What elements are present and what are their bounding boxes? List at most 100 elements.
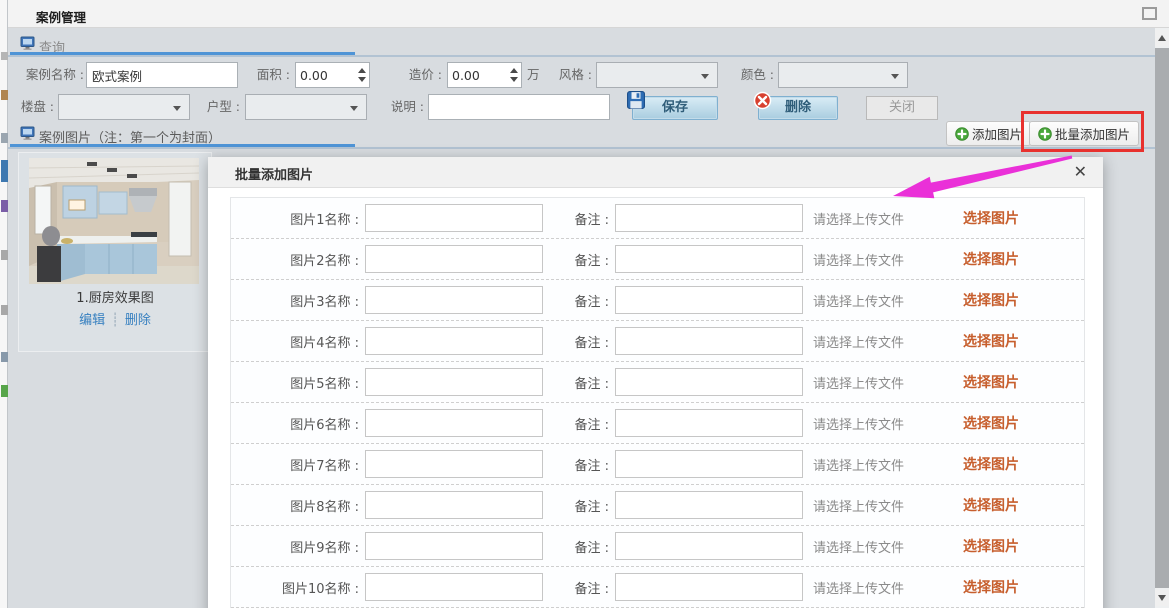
remark-input[interactable]: [615, 286, 803, 314]
upload-hint: 请选择上传文件: [813, 578, 917, 597]
remark-label: 备注 :: [543, 209, 609, 228]
spinner-up-icon[interactable]: [510, 68, 518, 73]
chevron-down-icon: [701, 74, 709, 79]
remark-input[interactable]: [615, 409, 803, 437]
spinner-up-icon[interactable]: [358, 68, 366, 73]
remark-input[interactable]: [615, 450, 803, 478]
color-select[interactable]: [778, 62, 908, 88]
image-name-label: 图片3名称 :: [231, 291, 359, 310]
image-name-label: 图片1名称 :: [231, 209, 359, 228]
case-name-input[interactable]: [86, 62, 238, 88]
tree-icon-fragment: [1, 160, 8, 182]
style-select[interactable]: [596, 62, 718, 88]
left-tree-strip[interactable]: [0, 0, 8, 608]
image-name-input[interactable]: [365, 573, 543, 601]
remark-input[interactable]: [615, 245, 803, 273]
select-image-link[interactable]: 选择图片: [963, 413, 1019, 433]
tree-icon-fragment: [1, 352, 8, 362]
remark-label: 备注 :: [543, 373, 609, 392]
building-select[interactable]: [58, 94, 190, 120]
delete-button-label: 删除: [785, 100, 811, 115]
upload-hint: 请选择上传文件: [813, 537, 917, 556]
tree-icon-fragment: [1, 133, 8, 143]
window-titlebar: 案例管理: [8, 0, 1169, 28]
batch-add-dialog: 批量添加图片 ✕ 图片1名称 : 备注 : 请选择上传文件 选择图片 图片2名称…: [208, 157, 1103, 608]
remark-input[interactable]: [615, 491, 803, 519]
select-image-link[interactable]: 选择图片: [963, 331, 1019, 351]
style-label: 风格 :: [548, 62, 592, 88]
image-name-input[interactable]: [365, 491, 543, 519]
area-stepper[interactable]: [295, 62, 370, 88]
remark-label: 备注 :: [543, 578, 609, 597]
batch-add-image-button[interactable]: 批量添加图片: [1029, 121, 1139, 146]
image-name-input[interactable]: [365, 532, 543, 560]
tree-icon-fragment: [1, 250, 8, 260]
image-name-input[interactable]: [365, 327, 543, 355]
image-name-input[interactable]: [365, 368, 543, 396]
close-icon[interactable]: ✕: [1074, 162, 1087, 181]
image-name-input[interactable]: [365, 286, 543, 314]
arrow-up-icon: [1158, 35, 1166, 41]
unit-type-select[interactable]: [245, 94, 367, 120]
link-separator: ┊: [111, 313, 119, 328]
spinner-down-icon[interactable]: [358, 77, 366, 82]
area-input[interactable]: [296, 63, 355, 87]
select-image-link[interactable]: 选择图片: [963, 495, 1019, 515]
arrow-down-icon: [1158, 595, 1166, 601]
select-image-link[interactable]: 选择图片: [963, 372, 1019, 392]
select-image-link[interactable]: 选择图片: [963, 454, 1019, 474]
select-image-link[interactable]: 选择图片: [963, 577, 1019, 597]
image-name-input[interactable]: [365, 450, 543, 478]
add-image-button[interactable]: 添加图片: [946, 121, 1031, 146]
select-image-link[interactable]: 选择图片: [963, 249, 1019, 269]
image-name-input[interactable]: [365, 409, 543, 437]
chevron-down-icon: [173, 106, 181, 111]
close-button-label: 关闭: [889, 100, 915, 115]
area-spinner-arrows[interactable]: [355, 63, 369, 87]
remark-input[interactable]: [615, 204, 803, 232]
select-image-link[interactable]: 选择图片: [963, 208, 1019, 228]
upload-hint: 请选择上传文件: [813, 373, 917, 392]
area-label: 面积 :: [246, 62, 290, 88]
delete-button[interactable]: 删除: [758, 96, 838, 120]
cost-input[interactable]: [448, 63, 507, 87]
remark-input[interactable]: [615, 532, 803, 560]
edit-link[interactable]: 编辑: [79, 313, 105, 328]
window-restore-icon[interactable]: [1142, 7, 1157, 20]
remark-label: 备注 :: [543, 537, 609, 556]
plus-circle-icon: [1038, 127, 1052, 141]
scroll-up-button[interactable]: [1155, 30, 1169, 46]
remark-input[interactable]: [615, 573, 803, 601]
cost-stepper[interactable]: [447, 62, 522, 88]
description-input[interactable]: [428, 94, 610, 120]
remark-label: 备注 :: [543, 496, 609, 515]
image-name-input[interactable]: [365, 245, 543, 273]
tree-icon-fragment: [1, 90, 8, 100]
vertical-scrollbar[interactable]: [1155, 28, 1169, 608]
scroll-down-button[interactable]: [1155, 590, 1169, 606]
save-button[interactable]: 保存: [632, 96, 718, 120]
remark-input[interactable]: [615, 368, 803, 396]
close-button[interactable]: 关闭: [866, 96, 938, 120]
dialog-titlebar: 批量添加图片 ✕: [208, 157, 1103, 188]
monitor-icon: [20, 36, 35, 50]
spinner-down-icon[interactable]: [510, 77, 518, 82]
plus-circle-icon: [955, 127, 969, 141]
scrollbar-thumb[interactable]: [1155, 48, 1169, 588]
remark-input[interactable]: [615, 327, 803, 355]
batch-add-image-button-label: 批量添加图片: [1055, 124, 1130, 143]
tree-icon-fragment: [1, 385, 8, 397]
upload-row: 图片7名称 : 备注 : 请选择上传文件 选择图片: [231, 444, 1084, 485]
select-image-link[interactable]: 选择图片: [963, 536, 1019, 556]
image-caption: 1.厨房效果图: [19, 287, 211, 306]
image-name-input[interactable]: [365, 204, 543, 232]
select-image-link[interactable]: 选择图片: [963, 290, 1019, 310]
image-name-label: 图片9名称 :: [231, 537, 359, 556]
unit-type-label: 户型 :: [196, 94, 240, 120]
dialog-title: 批量添加图片: [235, 164, 313, 183]
building-label: 楼盘 :: [12, 94, 54, 120]
delete-link[interactable]: 删除: [125, 313, 151, 328]
add-image-button-label: 添加图片: [972, 124, 1022, 143]
cost-spinner-arrows[interactable]: [507, 63, 521, 87]
cost-label: 造价 :: [398, 62, 442, 88]
